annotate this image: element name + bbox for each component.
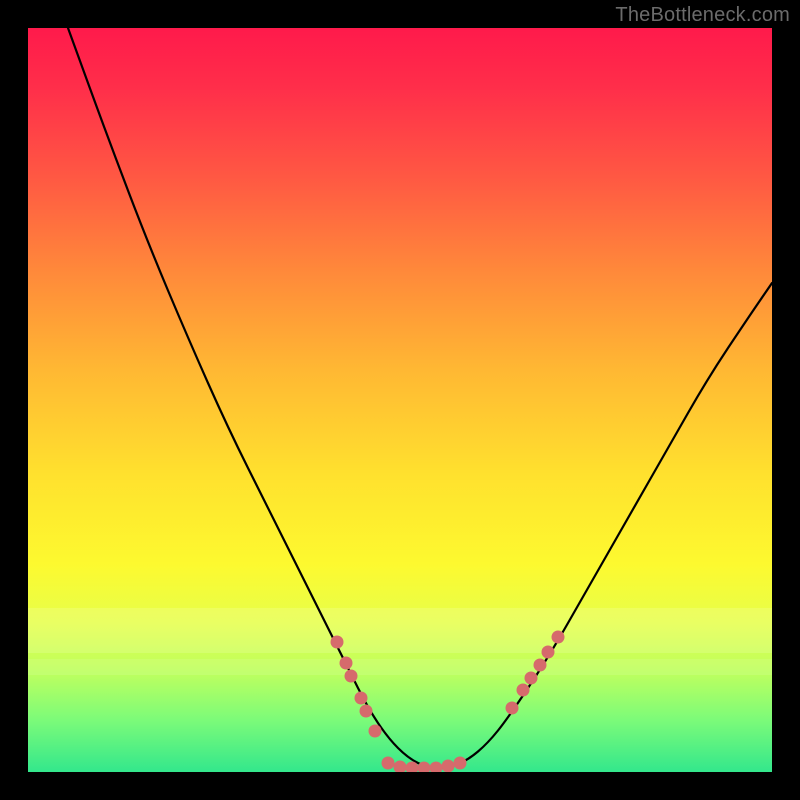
marker-dot bbox=[430, 762, 443, 773]
marker-dot bbox=[525, 672, 538, 685]
curve-layer bbox=[28, 28, 772, 772]
marker-dot bbox=[542, 646, 555, 659]
marker-dot bbox=[394, 761, 407, 773]
marker-dots bbox=[331, 631, 565, 773]
marker-dot bbox=[345, 670, 358, 683]
bottleneck-curve bbox=[68, 28, 772, 768]
marker-dot bbox=[442, 760, 455, 773]
marker-dot bbox=[517, 684, 530, 697]
marker-dot bbox=[369, 725, 382, 738]
marker-dot bbox=[331, 636, 344, 649]
marker-dot bbox=[454, 757, 467, 770]
marker-dot bbox=[355, 692, 368, 705]
marker-dot bbox=[506, 702, 519, 715]
marker-dot bbox=[340, 657, 353, 670]
marker-dot bbox=[534, 659, 547, 672]
plot-area bbox=[28, 28, 772, 772]
watermark-text: TheBottleneck.com bbox=[615, 4, 790, 27]
chart-frame: TheBottleneck.com bbox=[0, 0, 800, 800]
marker-dot bbox=[552, 631, 565, 644]
marker-dot bbox=[382, 757, 395, 770]
marker-dot bbox=[360, 705, 373, 718]
